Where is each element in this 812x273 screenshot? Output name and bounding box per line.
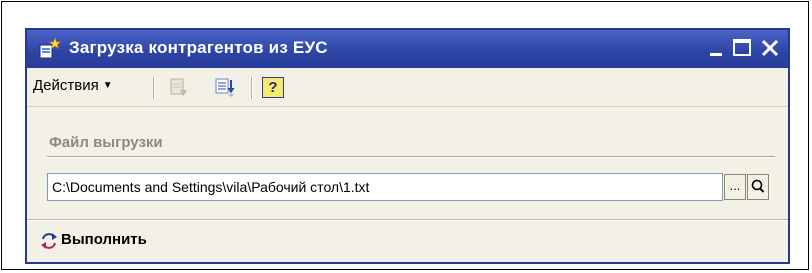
- file-path-input[interactable]: [47, 173, 723, 201]
- toolbar-separator: [153, 77, 155, 99]
- window-title: Загрузка контрагентов из ЕУС: [69, 38, 328, 57]
- group-divider: [47, 156, 775, 158]
- open-file-button[interactable]: [747, 174, 769, 200]
- toolbar: Действия ▼ ?: [27, 68, 788, 107]
- file-group-label: Файл выгрузки: [49, 134, 163, 151]
- load-arrow-icon[interactable]: [212, 74, 238, 100]
- dialog-window: Загрузка контрагентов из ЕУС Действия▼: [25, 28, 790, 264]
- close-button[interactable]: [758, 36, 782, 60]
- form-star-icon: [39, 37, 61, 59]
- execute-label: Выполнить: [61, 231, 147, 248]
- undo-page-icon[interactable]: [165, 74, 191, 100]
- help-button[interactable]: ?: [262, 77, 284, 98]
- minimize-button[interactable]: [705, 36, 729, 60]
- refresh-run-icon: [41, 233, 57, 249]
- browse-button[interactable]: ...: [724, 174, 746, 200]
- maximize-button[interactable]: [730, 36, 754, 60]
- chevron-down-icon: ▼: [102, 80, 113, 91]
- actions-menu-label: Действия: [33, 77, 99, 94]
- title-bar[interactable]: Загрузка контрагентов из ЕУС: [27, 30, 788, 68]
- toolbar-separator: [251, 77, 253, 99]
- footer-divider: [27, 219, 788, 221]
- magnifier-icon: [751, 179, 765, 193]
- actions-menu[interactable]: Действия ▼: [33, 77, 113, 99]
